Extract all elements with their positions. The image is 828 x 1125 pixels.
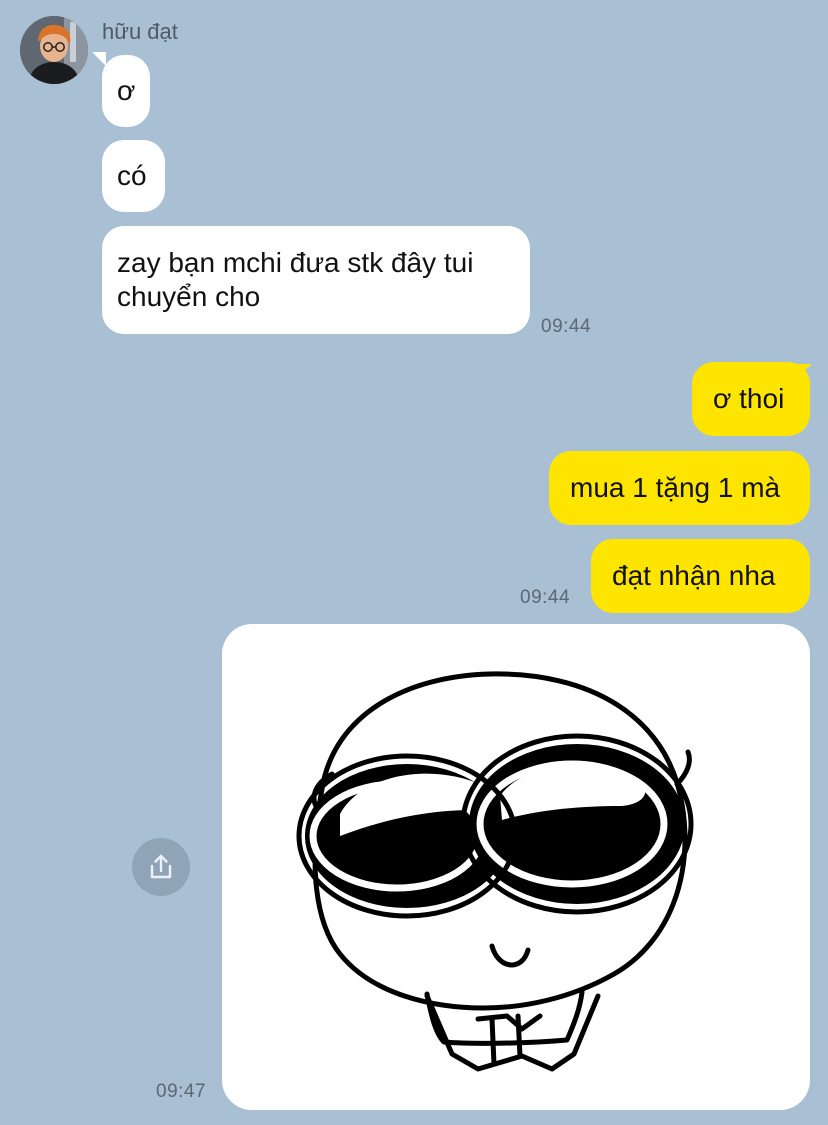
outgoing-timestamp: 09:44 bbox=[520, 587, 571, 608]
sticker-image bbox=[296, 671, 694, 1072]
sticker-message[interactable] bbox=[222, 624, 810, 1110]
avatar-image bbox=[20, 16, 88, 84]
sender-name: hữu đạt bbox=[102, 19, 178, 44]
incoming-bubble-tail bbox=[92, 52, 106, 66]
share-button[interactable] bbox=[132, 838, 190, 896]
incoming-timestamp: 09:44 bbox=[541, 316, 592, 337]
share-icon bbox=[150, 854, 172, 879]
incoming-message-3[interactable]: zay bạn mchi đưa stk đây tui chuyển cho bbox=[102, 226, 530, 334]
message-text-line-1: zay bạn mchi đưa stk đây tui bbox=[117, 247, 474, 278]
contact-avatar[interactable] bbox=[20, 16, 88, 84]
message-text-line-2: chuyển cho bbox=[117, 281, 261, 312]
incoming-message-1[interactable]: ơ bbox=[102, 55, 150, 127]
message-text: đạt nhận nha bbox=[612, 560, 776, 591]
message-text: ơ bbox=[117, 75, 136, 106]
sticker-timestamp: 09:47 bbox=[156, 1081, 207, 1102]
message-text: có bbox=[117, 160, 147, 191]
message-text: mua 1 tặng 1 mà bbox=[570, 472, 781, 503]
outgoing-message-2[interactable]: mua 1 tặng 1 mà bbox=[549, 451, 810, 525]
outgoing-message-1[interactable]: ơ thoi bbox=[692, 362, 810, 436]
outgoing-message-3[interactable]: đạt nhận nha bbox=[591, 539, 810, 613]
message-text: ơ thoi bbox=[713, 383, 785, 414]
incoming-message-2[interactable]: có bbox=[102, 140, 165, 212]
